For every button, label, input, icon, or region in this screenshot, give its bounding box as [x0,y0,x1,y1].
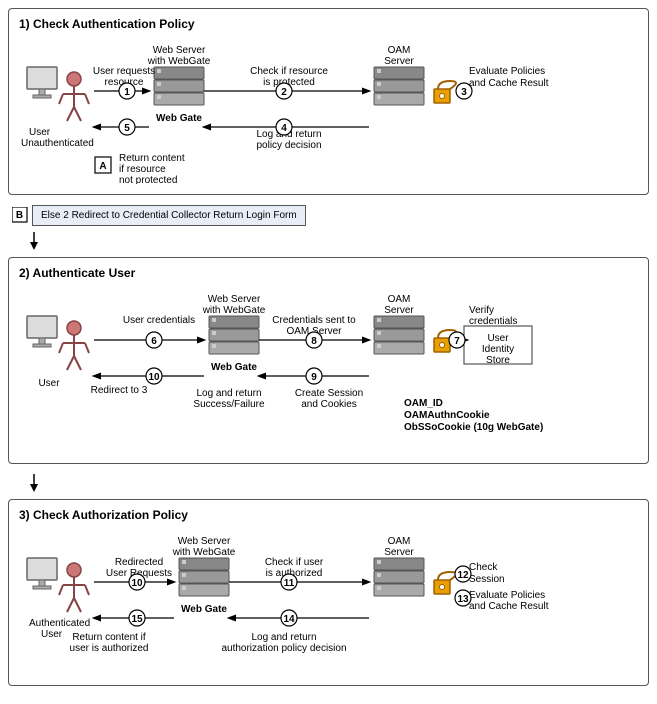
svg-text:credentials: credentials [469,316,517,327]
svg-text:OAM: OAM [388,294,411,305]
svg-text:Session: Session [469,574,505,585]
svg-text:Identity: Identity [482,344,514,355]
svg-text:4: 4 [281,123,287,134]
svg-text:Check: Check [469,562,498,573]
svg-text:13: 13 [457,594,469,605]
svg-text:11: 11 [284,578,295,589]
svg-text:Redirect to 3: Redirect to 3 [91,385,148,396]
svg-text:10: 10 [148,372,160,383]
svg-text:and Cache Result: and Cache Result [469,78,549,89]
svg-text:Create Session: Create Session [295,388,363,399]
redirect-label: Else 2 Redirect to Credential Collector … [32,205,306,226]
section-1-diagram: User Unauthenticated Web Server with Web… [19,39,638,184]
svg-text:OAM: OAM [388,536,411,547]
section-3: 3) Check Authorization Policy Authentica… [8,499,649,686]
svg-text:ObSSoCookie (10g WebGate): ObSSoCookie (10g WebGate) [404,422,543,433]
svg-text:with WebGate: with WebGate [147,56,211,67]
svg-text:and Cookies: and Cookies [301,399,357,410]
svg-text:B: B [16,210,23,221]
section-3-title: 3) Check Authorization Policy [19,508,638,522]
svg-text:User: User [487,333,509,344]
svg-text:with WebGate: with WebGate [202,305,266,316]
svg-text:Redirected: Redirected [115,557,163,568]
svg-text:Server: Server [384,305,414,316]
svg-text:2: 2 [281,87,287,98]
svg-text:User: User [38,378,60,389]
svg-text:policy decision: policy decision [256,140,321,151]
svg-text:User: User [41,629,63,640]
svg-text:15: 15 [131,614,143,625]
svg-text:Web Server: Web Server [178,536,231,547]
svg-text:Web Gate: Web Gate [181,604,227,615]
svg-text:User requests: User requests [93,66,155,77]
svg-text:and Cache Result: and Cache Result [469,601,549,612]
svg-text:OAM: OAM [388,45,411,56]
svg-text:not protected: not protected [119,175,177,184]
svg-text:Web Gate: Web Gate [211,362,257,373]
svg-text:Server: Server [384,56,414,67]
svg-text:Evaluate Policies: Evaluate Policies [469,590,545,601]
svg-text:Log and return: Log and return [251,632,316,643]
connector-1-2 [8,232,649,253]
svg-text:3: 3 [461,87,467,98]
section-1-title: 1) Check Authentication Policy [19,17,638,31]
svg-text:12: 12 [457,570,469,581]
svg-text:if resource: if resource [119,164,166,175]
svg-text:Check if user: Check if user [265,557,324,568]
svg-text:Store: Store [486,355,510,366]
svg-text:Success/Failure: Success/Failure [193,399,265,410]
svg-text:14: 14 [283,614,295,625]
svg-text:1: 1 [124,87,130,98]
svg-text:Web Server: Web Server [153,45,206,56]
svg-text:9: 9 [311,372,317,383]
svg-text:10: 10 [131,578,143,589]
svg-text:with WebGate: with WebGate [172,547,236,558]
svg-text:Web Server: Web Server [208,294,261,305]
svg-text:Return content if: Return content if [72,632,146,643]
svg-text:OAMAuthnCookie: OAMAuthnCookie [404,410,490,421]
svg-text:8: 8 [311,336,317,347]
svg-text:Unauthenticated: Unauthenticated [21,138,94,149]
svg-text:7: 7 [454,336,460,347]
svg-text:Verify: Verify [469,305,494,316]
connector-2-3 [8,474,649,495]
section-1: 1) Check Authentication Policy User Unau… [8,8,649,195]
svg-text:6: 6 [151,336,157,347]
svg-text:User credentials: User credentials [123,315,195,326]
section-2-diagram: User Web Server with WebGate Web Gate OA… [19,288,638,453]
svg-text:User: User [29,127,51,138]
section-2-title: 2) Authenticate User [19,266,638,280]
svg-text:authorization policy decision: authorization policy decision [221,643,346,654]
svg-text:Return content: Return content [119,153,185,164]
svg-text:Web Gate: Web Gate [156,113,202,124]
section-3-diagram: Authenticated User Web Server with WebGa… [19,530,638,675]
svg-text:Server: Server [384,547,414,558]
svg-text:Evaluate Policies: Evaluate Policies [469,66,545,77]
svg-text:Authenticated: Authenticated [29,618,90,629]
svg-text:Log and return: Log and return [196,388,261,399]
svg-text:A: A [99,161,106,172]
svg-text:user is authorized: user is authorized [70,643,149,654]
svg-text:OAM_ID: OAM_ID [404,398,443,409]
svg-text:Credentials sent to: Credentials sent to [272,315,356,326]
svg-text:5: 5 [124,123,130,134]
redirect-text: Else 2 Redirect to Credential Collector … [41,210,297,221]
svg-text:Check if resource: Check if resource [250,66,328,77]
b-badge: B [12,207,28,223]
between-1-2: B Else 2 Redirect to Credential Collecto… [12,205,649,226]
section-2: 2) Authenticate User User Web Server wit… [8,257,649,464]
